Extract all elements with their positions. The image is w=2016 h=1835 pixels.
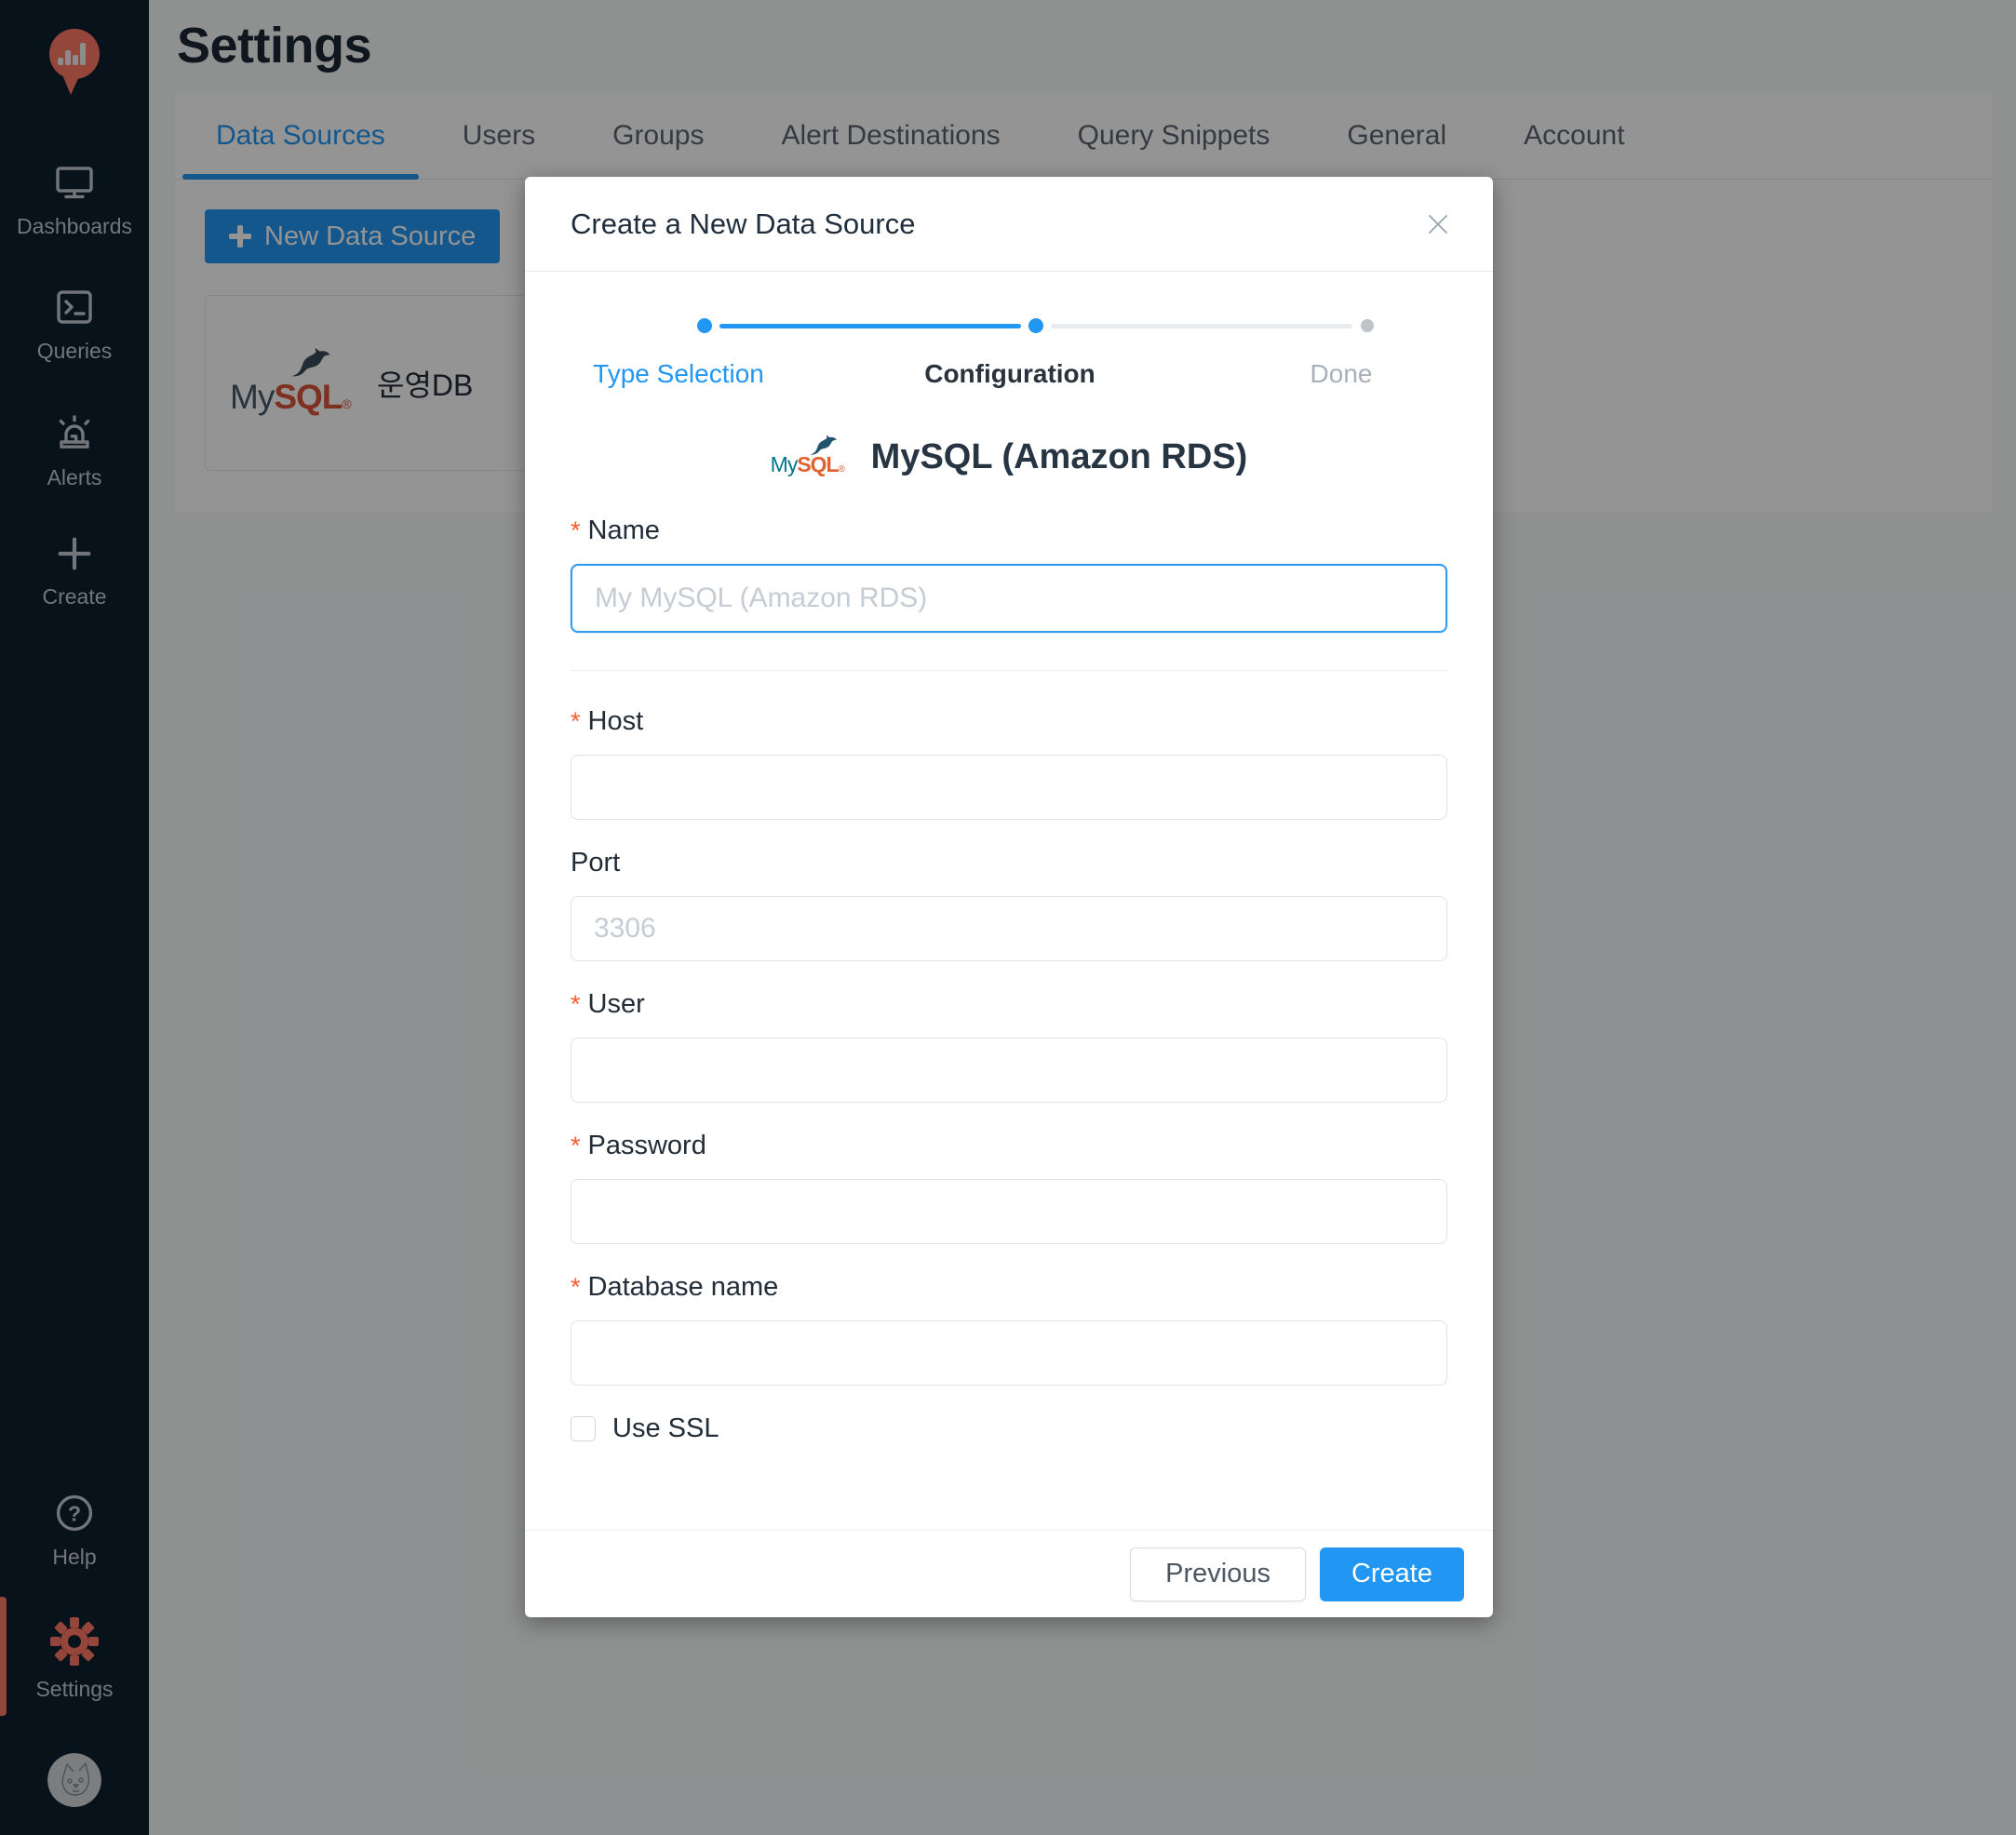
field-host: * Host	[571, 706, 1447, 820]
modal-footer: Previous Create	[525, 1530, 1493, 1617]
modal-body: Type Selection Configuration Done MySQL®…	[525, 272, 1493, 1530]
required-marker: *	[571, 518, 581, 543]
name-input[interactable]	[571, 564, 1447, 633]
required-marker: *	[571, 992, 581, 1017]
wizard-steps: Type Selection Configuration Done	[571, 318, 1447, 419]
modal-title: Create a New Data Source	[571, 208, 915, 241]
database-name-input[interactable]	[571, 1320, 1447, 1386]
field-password: * Password	[571, 1131, 1447, 1244]
modal-header: Create a New Data Source	[525, 177, 1493, 272]
user-input[interactable]	[571, 1038, 1447, 1103]
field-label: Name	[588, 516, 660, 546]
step-dot-finished	[697, 318, 712, 333]
step-done: Done	[1310, 359, 1373, 389]
port-input[interactable]	[571, 896, 1447, 961]
data-source-form: * Name * Host Port	[571, 516, 1447, 1444]
screen: Dashboards Queries Alerts	[0, 0, 2016, 1835]
step-configuration: Configuration	[924, 359, 1095, 389]
step-connector-finished	[719, 324, 1021, 328]
previous-button[interactable]: Previous	[1130, 1547, 1306, 1601]
required-marker: *	[571, 1275, 581, 1300]
required-marker: *	[571, 709, 581, 734]
step-type-selection[interactable]: Type Selection	[593, 359, 764, 389]
host-input[interactable]	[571, 755, 1447, 820]
close-icon[interactable]	[1424, 210, 1452, 238]
use-ssl-checkbox[interactable]	[571, 1416, 596, 1441]
field-name: * Name	[571, 516, 1447, 633]
field-label: User	[588, 989, 645, 1020]
field-port: Port	[571, 848, 1447, 961]
divider	[571, 670, 1447, 671]
field-user: * User	[571, 989, 1447, 1103]
source-type-name: MySQL (Amazon RDS)	[871, 437, 1248, 477]
field-database-name: * Database name	[571, 1272, 1447, 1386]
password-input[interactable]	[571, 1179, 1447, 1244]
required-marker: *	[571, 1133, 581, 1159]
mysql-logo: MySQL®	[771, 436, 856, 477]
field-label: Host	[588, 706, 644, 737]
use-ssl-label: Use SSL	[612, 1413, 719, 1444]
source-type-heading: MySQL® MySQL (Amazon RDS)	[571, 435, 1447, 478]
step-connector-pending	[1051, 324, 1352, 328]
field-label: Port	[571, 848, 620, 878]
step-dot-active	[1028, 318, 1043, 333]
field-label: Password	[588, 1131, 706, 1161]
field-label: Database name	[588, 1272, 779, 1303]
use-ssl-row: Use SSL	[571, 1413, 1447, 1444]
step-dot-pending	[1361, 319, 1374, 332]
create-button[interactable]: Create	[1320, 1547, 1464, 1601]
create-data-source-modal: Create a New Data Source Type Selection …	[525, 177, 1493, 1617]
